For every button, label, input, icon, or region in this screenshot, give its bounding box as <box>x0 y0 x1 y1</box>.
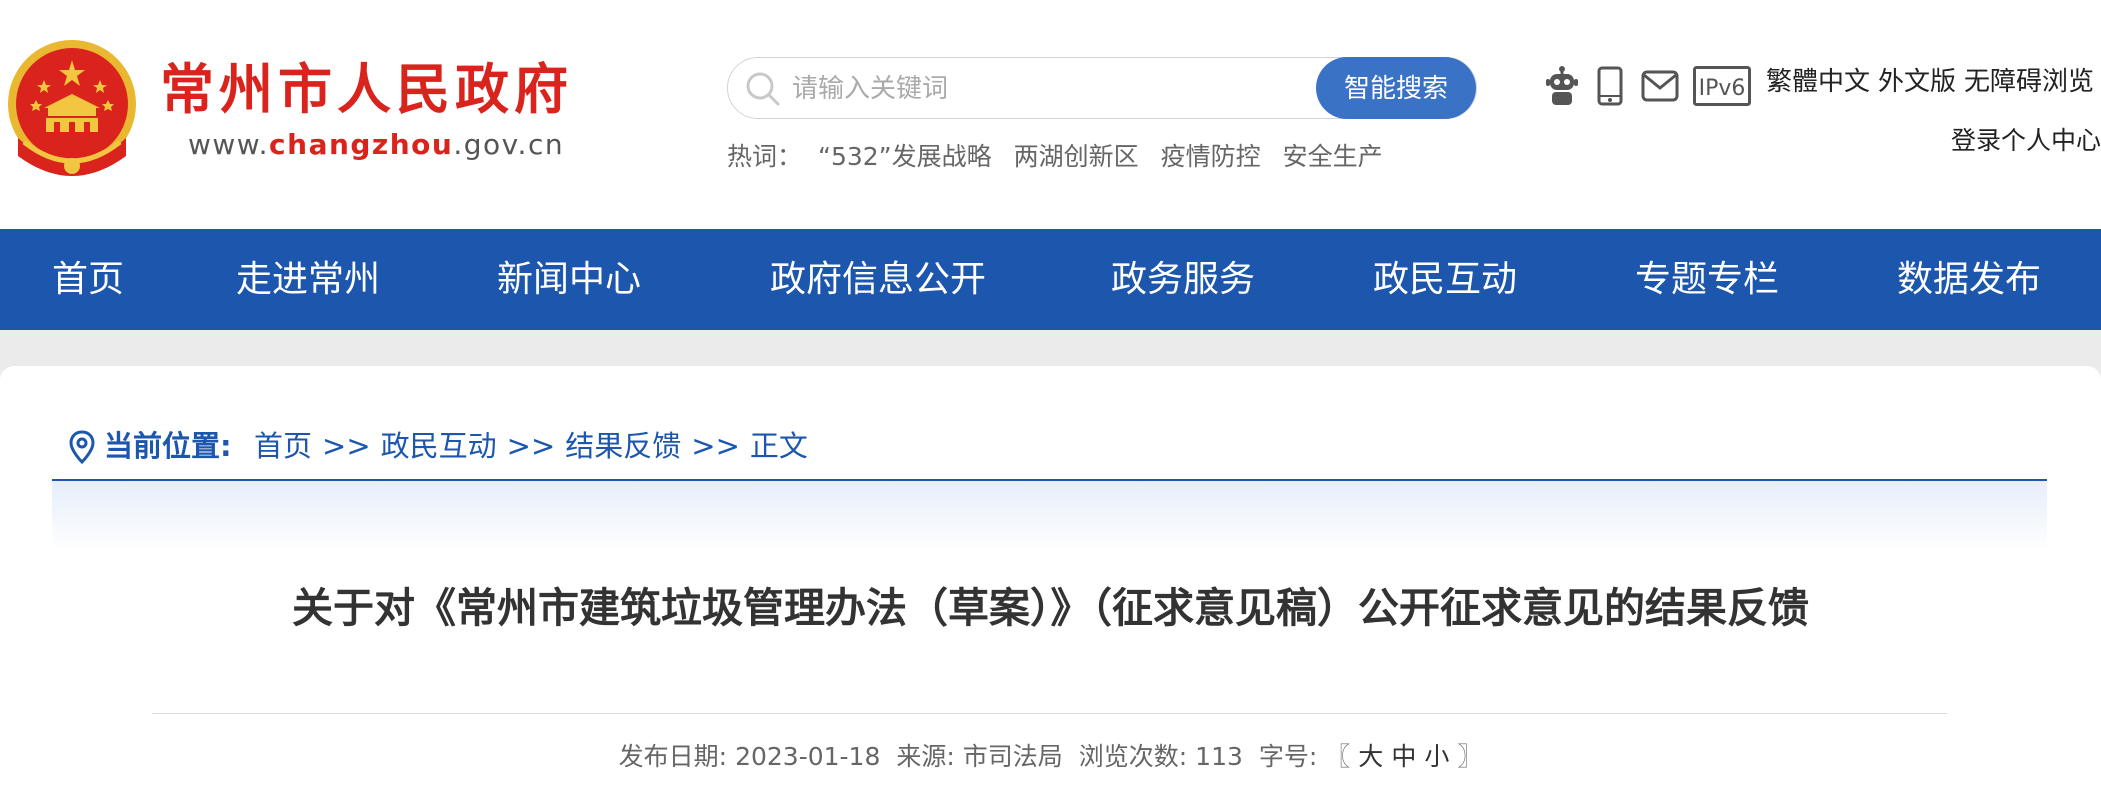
hotword-link[interactable]: “532”发展战略 <box>818 142 992 171</box>
breadcrumb-label: 当前位置: <box>104 429 232 463</box>
ipv6-text: IPv6 <box>1699 76 1746 101</box>
nav-item-about-changzhou[interactable]: 走进常州 <box>236 229 380 330</box>
account-links: 登录个人中心 <box>1951 128 2101 153</box>
location-pin-icon <box>69 430 95 464</box>
accessibility-link[interactable]: 无障碍浏览 <box>1964 67 2094 97</box>
hotword-link[interactable]: 疫情防控 <box>1161 142 1261 171</box>
foreign-language-link[interactable]: 外文版 <box>1878 67 1956 97</box>
login-link[interactable]: 登录 <box>1951 126 2001 155</box>
mail-icon[interactable] <box>1641 70 1679 102</box>
font-size-small-button[interactable]: 小 <box>1424 742 1449 771</box>
national-emblem-logo[interactable] <box>4 38 140 182</box>
font-size-bracket-open: 〖 <box>1325 742 1351 771</box>
font-size-medium-button[interactable]: 中 <box>1391 742 1416 771</box>
breadcrumb-home[interactable]: 首页 <box>254 429 312 463</box>
breadcrumb-feedback[interactable]: 结果反馈 <box>565 429 681 463</box>
nav-item-gov-info[interactable]: 政府信息公开 <box>770 229 986 330</box>
hotword-link[interactable]: 两湖创新区 <box>1014 142 1139 171</box>
search-button[interactable]: 智能搜索 <box>1316 57 1476 119</box>
views-label: 浏览次数: <box>1078 742 1188 771</box>
site-header: 常州市人民政府 www.changzhou.gov.cn 智能搜索 热词： “53… <box>0 0 2101 229</box>
main-nav: 首页 走进常州 新闻中心 政府信息公开 政务服务 政民互动 专题专栏 数据发布 <box>0 229 2101 330</box>
font-size-label: 字号: <box>1258 742 1318 771</box>
mobile-icon[interactable] <box>1597 66 1623 106</box>
hotwords: 热词： “532”发展战略 两湖创新区 疫情防控 安全生产 <box>727 144 1405 169</box>
robot-icon[interactable] <box>1545 66 1579 106</box>
nav-item-data-release[interactable]: 数据发布 <box>1897 229 2041 330</box>
nav-item-news[interactable]: 新闻中心 <box>497 229 641 330</box>
font-size-large-button[interactable]: 大 <box>1358 742 1383 771</box>
publish-date-label: 发布日期: <box>618 742 728 771</box>
site-name[interactable]: 常州市人民政府 <box>160 62 573 116</box>
nav-item-gov-services[interactable]: 政务服务 <box>1111 229 1255 330</box>
breadcrumb-separator: >> <box>691 429 740 463</box>
source-label: 来源: <box>896 742 955 771</box>
breadcrumb-separator: >> <box>506 429 556 463</box>
nav-item-interaction[interactable]: 政民互动 <box>1373 229 1517 330</box>
search-icon <box>746 72 780 106</box>
article-container: 当前位置: 首页 >> 政民互动 >> 结果反馈 >> 正文 关于对《常州市建筑垃圾管理办法… <box>0 366 2101 806</box>
article-title: 关于对《常州市建筑垃圾管理办法（草案）》（征求意见稿）公开征求意见的结果反馈 <box>292 584 1809 632</box>
hotwords-label: 热词： <box>727 142 803 171</box>
header-fade <box>52 481 2047 551</box>
publish-date: 2023-01-18 <box>735 742 881 771</box>
search-box: 智能搜索 <box>727 57 1477 119</box>
breadcrumb-trail: 首页 >> 政民互动 >> 结果反馈 >> 正文 <box>254 426 808 466</box>
site-url-prefix: www. <box>188 128 270 161</box>
article-meta: 发布日期: 2023-01-18 来源: 市司法局 浏览次数: 113 字号: 〖大中小… <box>0 744 2101 769</box>
breadcrumb-current: 正文 <box>749 429 808 463</box>
hotword-link[interactable]: 安全生产 <box>1283 142 1383 171</box>
font-size-bracket-close: 〗 <box>1457 742 1483 771</box>
breadcrumb-interaction[interactable]: 政民互动 <box>381 429 497 463</box>
title-divider <box>152 713 1947 714</box>
nav-item-home[interactable]: 首页 <box>52 229 124 330</box>
traditional-chinese-link[interactable]: 繁體中文 <box>1766 67 1870 97</box>
site-url-highlight: changzhou <box>269 128 454 161</box>
search-input[interactable] <box>790 66 1394 112</box>
source-value: 市司法局 <box>962 742 1063 771</box>
site-url-suffix: .gov.cn <box>453 128 565 161</box>
ipv6-icon[interactable]: IPv6 <box>1693 66 1751 106</box>
breadcrumb-separator: >> <box>322 429 371 463</box>
nav-item-topics[interactable]: 专题专栏 <box>1635 229 1779 330</box>
personal-center-link[interactable]: 个人中心 <box>2001 126 2101 155</box>
language-links: 繁體中文 外文版 无障碍浏览 <box>1766 69 2094 95</box>
site-url: www.changzhou.gov.cn <box>188 131 564 159</box>
views-count: 113 <box>1195 742 1243 771</box>
